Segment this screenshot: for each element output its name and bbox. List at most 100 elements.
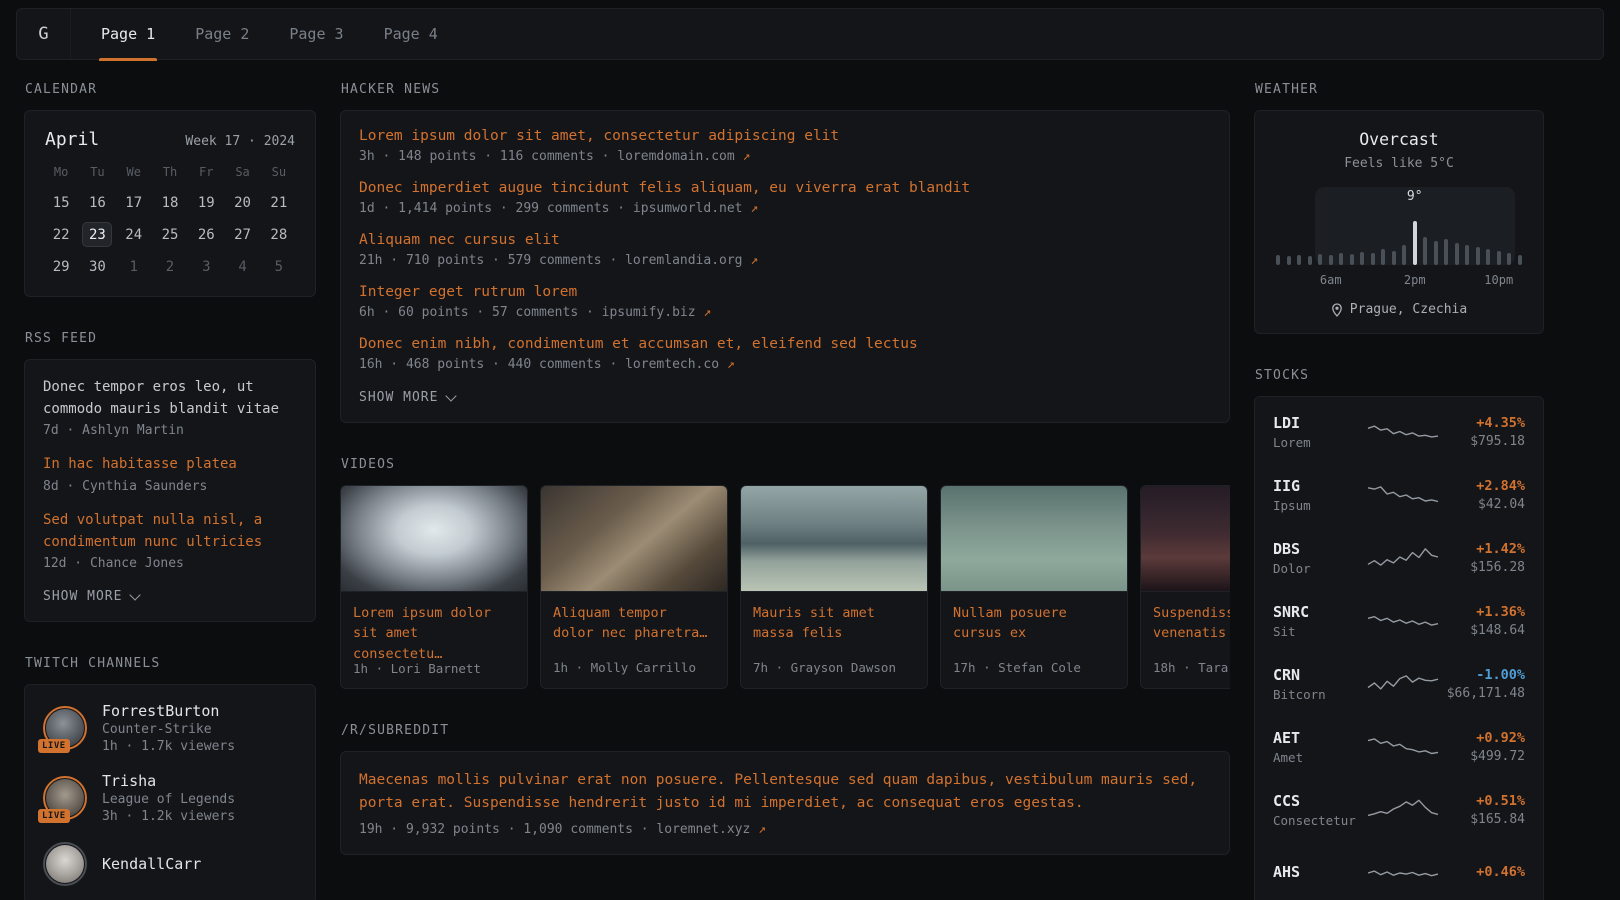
- calendar-day: 20: [224, 190, 260, 215]
- hackernews-widget: HACKER NEWS Lorem ipsum dolor sit amet, …: [340, 82, 1230, 423]
- calendar-day: 21: [261, 190, 297, 215]
- stock-name: Bitcorn: [1273, 687, 1365, 702]
- video-card[interactable]: Lorem ipsum dolor sit amet consectetu…1h…: [340, 485, 528, 689]
- stock-symbol: LDI: [1273, 414, 1365, 432]
- stock-values: +0.51%$165.84: [1470, 793, 1525, 827]
- stock-values: -1.00%$66,171.48: [1447, 667, 1525, 701]
- sub-item-title[interactable]: Maecenas mollis pulvinar erat non posuer…: [359, 769, 1211, 816]
- hn-item: Lorem ipsum dolor sit amet, consectetur …: [359, 128, 1211, 164]
- rss-item-title[interactable]: Sed volutpat nulla nisl, a condimentum n…: [43, 510, 297, 553]
- hackernews-list: Lorem ipsum dolor sit amet, consectetur …: [359, 128, 1211, 372]
- stock-row: LDILorem+4.35%$795.18: [1273, 414, 1525, 450]
- stock-values: +1.42%$156.28: [1470, 541, 1525, 575]
- stock-identity: IIGIpsum: [1273, 477, 1365, 513]
- weather-condition: Overcast: [1273, 130, 1525, 149]
- video-card[interactable]: Mauris sit amet massa felis7h · Grayson …: [740, 485, 928, 689]
- rss-show-more-button[interactable]: SHOW MORE: [43, 589, 297, 604]
- stock-change: +0.92%: [1470, 730, 1525, 746]
- twitch-channel[interactable]: LIVEForrestBurtonCounter-Strike1h · 1.7k…: [43, 702, 297, 754]
- stock-name: Consectetur: [1273, 813, 1365, 828]
- sub-item-meta: 19h · 9,932 points · 1,090 comments · lo…: [359, 822, 1211, 837]
- tab-page-3[interactable]: Page 3: [289, 8, 343, 60]
- stock-sparkline: [1367, 603, 1439, 635]
- hn-item: Donec enim nibh, condimentum et accumsan…: [359, 336, 1211, 372]
- stock-row: IIGIpsum+2.84%$42.04: [1273, 477, 1525, 513]
- stock-price: $795.18: [1470, 434, 1525, 449]
- weather-bar: [1381, 249, 1385, 265]
- twitch-channel-info: KendallCarr: [102, 855, 201, 873]
- tab-page-2[interactable]: Page 2: [195, 8, 249, 60]
- live-badge: LIVE: [38, 809, 70, 823]
- weather-time-label: 10pm: [1484, 273, 1513, 287]
- sub-item: Maecenas mollis pulvinar erat non posuer…: [359, 769, 1211, 837]
- stock-identity: AHS: [1273, 863, 1365, 884]
- stock-name: Sit: [1273, 624, 1365, 639]
- avatar-image: [46, 845, 84, 883]
- video-card[interactable]: Aliquam tempor dolor nec pharetra…1h · M…: [540, 485, 728, 689]
- right-column: WEATHER Overcast Feels like 5°C 9° 6am2p…: [1254, 82, 1544, 900]
- rss-widget: RSS FEED Donec tempor eros leo, ut commo…: [24, 331, 316, 622]
- weather-location: Prague, Czechia: [1273, 302, 1525, 317]
- calendar-day: 19: [188, 190, 224, 215]
- weather-bar: [1350, 254, 1354, 265]
- video-thumbnail: [341, 486, 527, 592]
- subreddit-section-title: /R/SUBREDDIT: [341, 723, 1230, 738]
- video-body: Mauris sit amet massa felis7h · Grayson …: [741, 592, 927, 688]
- stock-name: Amet: [1273, 750, 1365, 765]
- twitch-channel[interactable]: LIVETrishaLeague of Legends3h · 1.2k vie…: [43, 772, 297, 824]
- stock-price: $148.64: [1470, 623, 1525, 638]
- rss-item-meta: 12d · Chance Jones: [43, 556, 297, 571]
- hn-item-title[interactable]: Lorem ipsum dolor sit amet, consectetur …: [359, 128, 1211, 144]
- weather-bar: [1413, 221, 1417, 265]
- calendar-day: 2: [152, 254, 188, 279]
- external-link-icon: ↗: [750, 201, 758, 216]
- stock-change: +1.42%: [1470, 541, 1525, 557]
- stock-sparkline-wrap: [1367, 603, 1439, 639]
- weather-bar: [1455, 243, 1459, 265]
- weather-card: Overcast Feels like 5°C 9° 6am2pm10pm Pr…: [1254, 110, 1544, 334]
- video-card[interactable]: Suspendisse venenatis diam18h · Tara: [1140, 485, 1230, 689]
- videos-widget: VIDEOS Lorem ipsum dolor sit amet consec…: [340, 457, 1230, 689]
- weather-bar: [1518, 255, 1522, 265]
- hn-item-title[interactable]: Integer eget rutrum lorem: [359, 284, 1211, 300]
- stock-sparkline: [1367, 855, 1439, 887]
- avatar: LIVE: [43, 776, 87, 820]
- hn-item-title[interactable]: Aliquam nec cursus elit: [359, 232, 1211, 248]
- hn-item: Donec imperdiet augue tincidunt felis al…: [359, 180, 1211, 216]
- hackernews-show-more-button[interactable]: SHOW MORE: [359, 390, 1211, 405]
- calendar-week-year: Week 17 · 2024: [185, 134, 295, 149]
- stock-symbol: SNRC: [1273, 603, 1365, 621]
- calendar-day: 25: [152, 222, 188, 247]
- hn-item-title[interactable]: Donec imperdiet augue tincidunt felis al…: [359, 180, 1211, 196]
- weather-location-label: Prague, Czechia: [1350, 302, 1467, 317]
- video-card[interactable]: Nullam posuere cursus ex17h · Stefan Col…: [940, 485, 1128, 689]
- twitch-channel-category: Counter-Strike: [102, 722, 235, 737]
- weather-bar: [1507, 253, 1511, 265]
- twitch-channel-name: ForrestBurton: [102, 702, 235, 720]
- stock-change: -1.00%: [1447, 667, 1525, 683]
- subreddit-widget: /R/SUBREDDIT Maecenas mollis pulvinar er…: [340, 723, 1230, 855]
- calendar-day: 22: [43, 222, 79, 247]
- header: G Page 1 Page 2 Page 3 Page 4: [16, 8, 1604, 60]
- rss-item: Sed volutpat nulla nisl, a condimentum n…: [43, 510, 297, 571]
- weather-section-title: WEATHER: [1255, 82, 1544, 97]
- video-meta: 1h · Lori Barnett: [353, 661, 515, 675]
- twitch-channel[interactable]: KendallCarr: [43, 842, 297, 886]
- stock-values: +4.35%$795.18: [1470, 415, 1525, 449]
- hn-item-title[interactable]: Donec enim nibh, condimentum et accumsan…: [359, 336, 1211, 352]
- avatar: LIVE: [43, 706, 87, 750]
- stock-identity: DBSDolor: [1273, 540, 1365, 576]
- calendar-weekday: Sa: [224, 165, 260, 179]
- weather-peak-label: 9°: [1407, 189, 1423, 204]
- rss-item-title[interactable]: In hac habitasse platea: [43, 454, 297, 476]
- glance-dashboard: G Page 1Page 2Page 3Page 4 CALENDAR Apri…: [0, 8, 1620, 900]
- tab-bar: Page 1 Page 2 Page 3 Page 4: [101, 9, 438, 59]
- logo[interactable]: G: [17, 9, 71, 59]
- stock-row: AETAmet+0.92%$499.72: [1273, 729, 1525, 765]
- tab-page-1[interactable]: Page 1: [101, 8, 155, 60]
- tab-page-4[interactable]: Page 4: [384, 8, 438, 60]
- stocks-section-title: STOCKS: [1255, 368, 1544, 383]
- hn-item-meta: 3h · 148 points · 116 comments · loremdo…: [359, 149, 1211, 164]
- rss-item-title[interactable]: Donec tempor eros leo, ut commodo mauris…: [43, 377, 297, 420]
- rss-item: In hac habitasse platea8d · Cynthia Saun…: [43, 454, 297, 494]
